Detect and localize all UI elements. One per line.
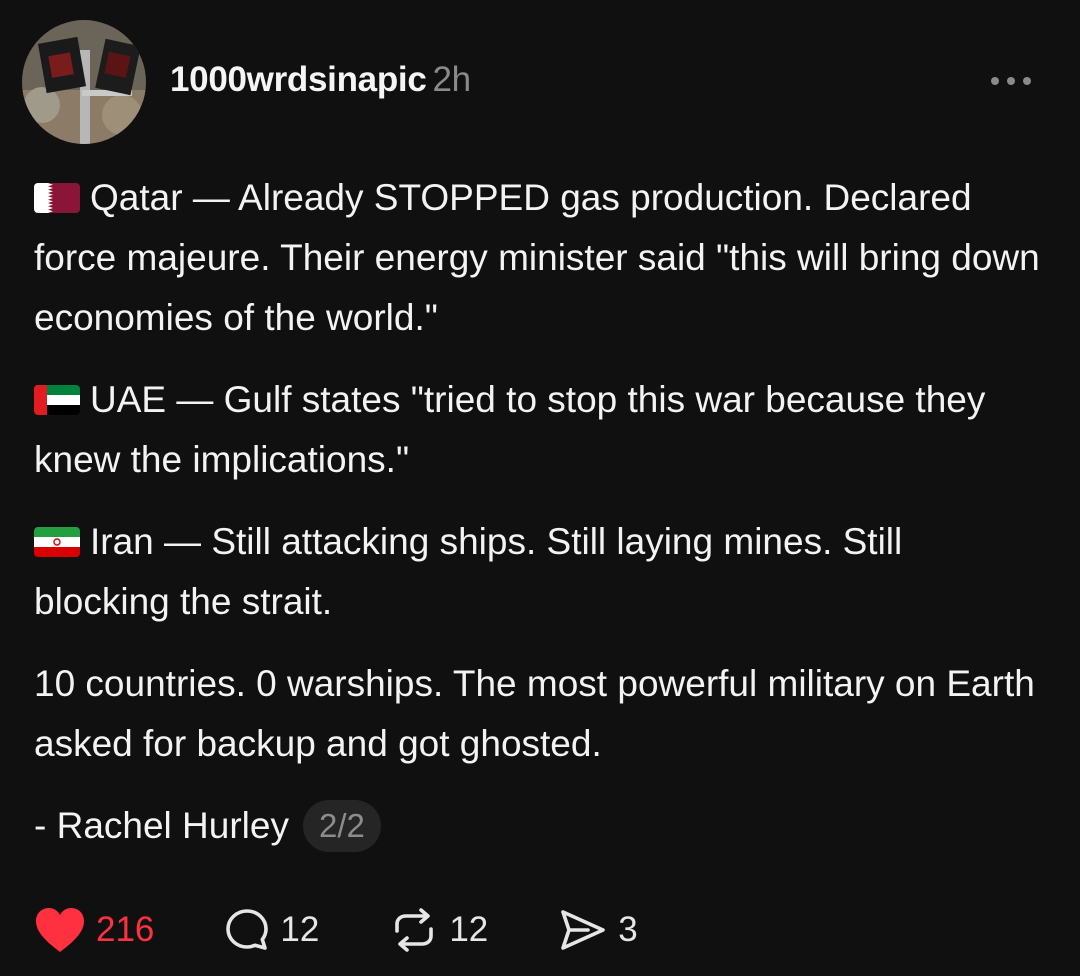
signature-row: - Rachel Hurley 2/2 bbox=[34, 796, 1044, 856]
post-paragraph-qatar: Qatar — Already STOPPED gas production. … bbox=[34, 168, 1044, 348]
post-body: Qatar — Already STOPPED gas production. … bbox=[34, 168, 1044, 856]
uae-flag-icon bbox=[34, 385, 80, 415]
thread-page-badge: 2/2 bbox=[302, 800, 381, 852]
username[interactable]: 1000wrdsinapic 2h bbox=[170, 60, 471, 100]
paragraph-text: Qatar — Already STOPPED gas production. … bbox=[34, 177, 1040, 338]
iran-flag-icon bbox=[34, 527, 80, 557]
like-count: 216 bbox=[96, 910, 155, 949]
repost-button[interactable]: 12 bbox=[389, 907, 488, 953]
signature: - Rachel Hurley bbox=[34, 805, 289, 846]
post-paragraph-summary: 10 countries. 0 warships. The most power… bbox=[34, 654, 1044, 774]
post-timestamp: 2h bbox=[432, 60, 472, 99]
paragraph-text: Iran — Still attacking ships. Still layi… bbox=[34, 521, 903, 622]
username-text[interactable]: 1000wrdsinapic bbox=[170, 60, 427, 99]
like-button[interactable]: 216 bbox=[34, 906, 154, 954]
comment-icon bbox=[226, 909, 269, 950]
repost-count: 12 bbox=[449, 910, 489, 949]
qatar-flag-icon bbox=[34, 183, 80, 213]
paragraph-text: 10 countries. 0 warships. The most power… bbox=[34, 663, 1035, 764]
share-count: 3 bbox=[618, 910, 638, 949]
reply-button[interactable]: 12 bbox=[224, 907, 319, 953]
action-bar: 216 12 12 3 bbox=[34, 900, 638, 960]
post-paragraph-iran: Iran — Still attacking ships. Still layi… bbox=[34, 512, 1044, 632]
send-icon bbox=[561, 910, 606, 950]
heart-icon bbox=[36, 908, 84, 952]
repost-icon bbox=[395, 908, 434, 952]
more-options-button[interactable] bbox=[986, 66, 1036, 96]
avatar[interactable] bbox=[22, 20, 146, 144]
ellipsis-icon bbox=[991, 77, 1031, 85]
reply-count: 12 bbox=[280, 910, 320, 949]
post-paragraph-uae: UAE — Gulf states "tried to stop this wa… bbox=[34, 370, 1044, 490]
post-card: 1000wrdsinapic 2h Qatar — Already STOPPED… bbox=[0, 0, 1080, 976]
paragraph-text: UAE — Gulf states "tried to stop this wa… bbox=[34, 379, 986, 480]
share-button[interactable]: 3 bbox=[558, 908, 638, 952]
